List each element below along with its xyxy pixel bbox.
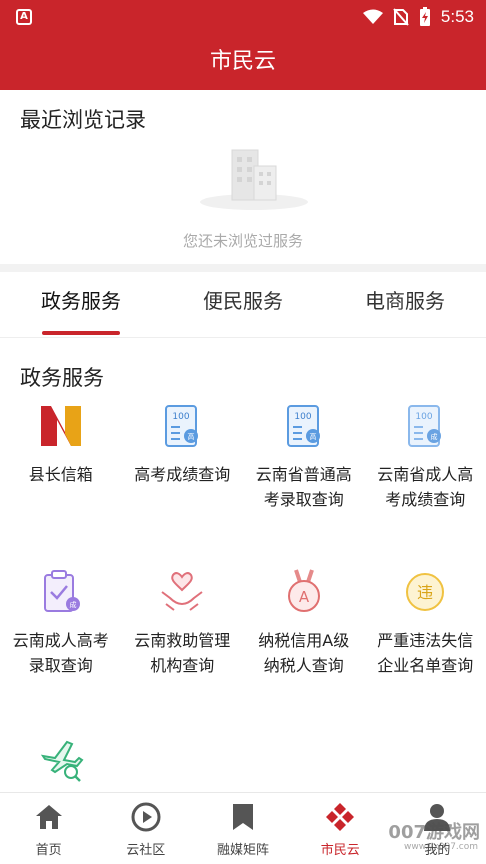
service-label: 高考成绩查询 [134,465,231,484]
nav-label: 首页 [35,843,62,858]
service-label: 县长信箱 [28,465,93,484]
service-yunnan-gaokao-admission[interactable]: 100 高 云南省普通高考录取查询 [243,400,365,552]
violation-icon: 违 [406,573,445,611]
battery-charging-icon [419,7,430,26]
clipboard-check-icon: 成 [43,570,80,612]
score-report-icon: 100 高 [165,405,199,447]
service-tabs: 政务服务 便民服务 电商服务 [0,272,486,338]
service-label: 云南省普通高考录取查询 [255,465,352,509]
nav-home[interactable]: 首页 [0,793,97,864]
tab-government-services[interactable]: 政务服务 [0,272,162,337]
tab-label: 电商服务 [365,289,445,313]
svg-text:100: 100 [416,412,433,422]
service-serious-violation-list[interactable]: 违 严重违法失信企业名单查询 [365,566,486,718]
plane-search-icon [40,740,84,782]
section-title: 政务服务 [20,366,104,390]
page-title: 市民云 [0,34,486,90]
wifi-icon [362,9,383,24]
logo-n-icon [40,406,81,446]
service-gaokao-score[interactable]: 100 高 高考成绩查询 [122,400,244,552]
svg-text:违: 违 [417,583,433,602]
service-county-mayor-mailbox[interactable]: 县长信箱 [0,400,122,552]
empty-buildings-icon [200,149,308,210]
tab-convenience-services[interactable]: 便民服务 [162,272,324,337]
nav-label: 云社区 [126,843,166,858]
active-tab-indicator [42,331,120,335]
score-report-icon: 100 高 [286,405,320,447]
medal-a-icon: A [287,569,320,612]
nav-cloud-community[interactable]: 云社区 [97,793,194,864]
nav-label: 市民云 [320,843,360,858]
section-divider [0,264,486,272]
nav-media-matrix[interactable]: 融媒矩阵 [194,793,291,864]
status-bar: A 5:53 [0,0,486,34]
recent-browsing-section: 最近浏览记录 您还未浏览过服务 [0,90,486,264]
service-label: 云南省成人高考成绩查询 [377,465,474,509]
app-notification-icon: A [16,9,32,25]
watermark: 007游戏网 [388,822,480,843]
service-yunnan-adult-gaokao-score[interactable]: 100 成 云南省成人高考成绩查询 [365,400,486,552]
diamond-cluster-icon [326,803,355,831]
service-label: 云南成人高考录取查询 [12,631,109,675]
tab-label: 便民服务 [203,289,283,313]
home-icon [35,805,62,829]
svg-text:100: 100 [294,412,311,422]
service-label: 纳税信用A级纳税人查询 [258,631,350,675]
svg-text:A: A [299,588,310,606]
no-sim-icon [393,8,409,26]
watermark-url: www.yx007.com [403,842,478,852]
svg-text:高: 高 [188,432,195,441]
nav-label: 融媒矩阵 [217,843,270,858]
service-yunnan-relief-agency[interactable]: 云南救助管理机构查询 [122,566,244,718]
tab-label: 政务服务 [41,289,121,313]
clock: 5:53 [440,7,474,26]
hands-heart-icon [161,572,203,611]
tab-ecommerce-services[interactable]: 电商服务 [324,272,486,337]
nav-citizen-cloud[interactable]: 市民云 [292,793,389,864]
service-tax-credit-a[interactable]: A 纳税信用A级纳税人查询 [243,566,365,718]
service-yunnan-adult-admission[interactable]: 成 云南成人高考录取查询 [0,566,122,718]
play-circle-icon [131,802,161,832]
svg-text:成: 成 [69,600,76,609]
service-label: 严重违法失信企业名单查询 [377,631,474,675]
recent-browsing-title: 最近浏览记录 [20,108,146,132]
empty-state-text: 您还未浏览过服务 [182,232,303,250]
bookmark-icon [233,804,253,830]
service-label: 云南救助管理机构查询 [134,631,231,675]
svg-text:成: 成 [431,432,438,441]
score-report-icon: 100 成 [408,405,442,447]
svg-text:高: 高 [309,432,316,441]
svg-text:100: 100 [173,412,190,422]
